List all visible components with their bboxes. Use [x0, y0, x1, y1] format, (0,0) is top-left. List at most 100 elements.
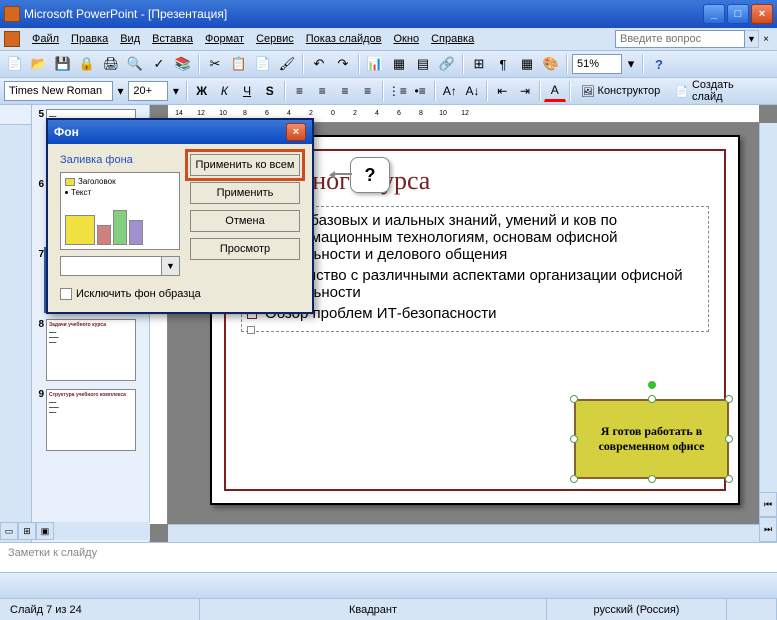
minimize-button[interactable]: _	[703, 4, 725, 24]
drawing-toolbar	[0, 572, 777, 598]
undo-icon[interactable]: ↶	[308, 53, 330, 75]
thumbnail-item[interactable]: 8Задачи учебного курса━━━━━━━━━━	[34, 319, 147, 381]
help-dropdown-icon[interactable]: ▼	[745, 30, 759, 48]
prev-slide-button[interactable]: ⏮	[759, 492, 777, 517]
new-icon[interactable]: 📄	[4, 53, 26, 75]
bullets-icon[interactable]: •≡	[409, 80, 431, 102]
table-icon[interactable]: ▦	[388, 53, 410, 75]
grid-icon[interactable]: ▦	[516, 53, 538, 75]
redo-icon[interactable]: ↷	[332, 53, 354, 75]
zoom-dropdown-icon[interactable]: ▾	[624, 53, 638, 75]
zoom-combo[interactable]: 51%	[572, 54, 622, 74]
vertical-scrollbar[interactable]	[759, 123, 777, 492]
expand-icon[interactable]: ⊞	[468, 53, 490, 75]
font-combo[interactable]: Times New Roman	[4, 81, 113, 101]
research-icon[interactable]: 📚	[172, 53, 194, 75]
thumbnail-item[interactable]: 9Структура учебного комплекса━━━━━━━━━━	[34, 389, 147, 451]
preview-icon[interactable]: 🔍	[124, 53, 146, 75]
menu-insert[interactable]: Вставка	[146, 31, 199, 47]
align-center-icon[interactable]: ≡	[311, 80, 333, 102]
menu-edit[interactable]: Правка	[65, 31, 114, 47]
dialog-titlebar[interactable]: Фон ×	[48, 120, 312, 144]
shadow-button[interactable]: S	[259, 80, 281, 102]
next-slide-button[interactable]: ⏭	[759, 517, 777, 542]
print-icon[interactable]: 🖨	[100, 53, 122, 75]
bullet-item[interactable]: чение базовых и иальных знаний, умений и…	[247, 212, 703, 263]
callout-shape[interactable]: Я готов работать в современном офисе	[574, 399, 729, 479]
resize-handle[interactable]	[570, 435, 578, 443]
design-button[interactable]: 🖼Конструктор	[574, 80, 668, 102]
menu-file[interactable]: Файл	[26, 31, 65, 47]
rotate-handle[interactable]	[648, 381, 656, 389]
new-slide-button[interactable]: 📄Создать слайд	[668, 80, 773, 102]
dropdown-arrow-icon[interactable]: ▼	[161, 257, 179, 275]
color-icon[interactable]: 🎨	[540, 53, 562, 75]
format-painter-icon[interactable]: 🖌	[276, 53, 298, 75]
dialog-close-button[interactable]: ×	[286, 123, 306, 141]
open-icon[interactable]: 📂	[28, 53, 50, 75]
font-color-icon[interactable]: A	[544, 80, 566, 102]
show-formatting-icon[interactable]: ¶	[492, 53, 514, 75]
font-dropdown-icon[interactable]: ▾	[114, 80, 128, 102]
help-icon[interactable]: ?	[648, 53, 670, 75]
slideshow-view-button[interactable]: ▣	[36, 522, 54, 540]
font-size-combo[interactable]: 20+	[128, 81, 168, 101]
dialog-title: Фон	[54, 125, 79, 139]
copy-icon[interactable]: 📋	[228, 53, 250, 75]
align-right-icon[interactable]: ≡	[334, 80, 356, 102]
italic-button[interactable]: К	[214, 80, 236, 102]
apply-to-all-button[interactable]: Применить ко всем	[190, 154, 300, 176]
sorter-view-button[interactable]: ⊞	[18, 522, 36, 540]
preview-button[interactable]: Просмотр	[190, 238, 300, 260]
underline-button[interactable]: Ч	[236, 80, 258, 102]
notes-pane[interactable]: Заметки к слайду	[0, 542, 777, 572]
menu-tools[interactable]: Сервис	[250, 31, 300, 47]
tables-borders-icon[interactable]: ▤	[412, 53, 434, 75]
doc-close-button[interactable]: ×	[759, 34, 773, 45]
fill-color-combo[interactable]: ▼	[60, 256, 180, 276]
increase-indent-icon[interactable]: ⇥	[514, 80, 536, 102]
menu-format[interactable]: Формат	[199, 31, 250, 47]
view-buttons: ▭ ⊞ ▣	[0, 522, 150, 540]
menu-slideshow[interactable]: Показ слайдов	[300, 31, 388, 47]
bullet-item[interactable]: Знакомство с различными аспектами органи…	[247, 267, 703, 301]
resize-handle[interactable]	[648, 395, 656, 403]
maximize-button[interactable]: □	[727, 4, 749, 24]
chart-icon[interactable]: 📊	[364, 53, 386, 75]
bold-button[interactable]: Ж	[191, 80, 213, 102]
app-icon	[4, 6, 20, 22]
horizontal-scrollbar[interactable]	[168, 524, 759, 542]
decrease-indent-icon[interactable]: ⇤	[491, 80, 513, 102]
cancel-button[interactable]: Отмена	[190, 210, 300, 232]
menu-help[interactable]: Справка	[425, 31, 480, 47]
resize-handle[interactable]	[725, 475, 733, 483]
paste-icon[interactable]: 📄	[252, 53, 274, 75]
hyperlink-icon[interactable]: 🔗	[436, 53, 458, 75]
close-button[interactable]: ×	[751, 4, 773, 24]
normal-view-button[interactable]: ▭	[0, 522, 18, 540]
align-left-icon[interactable]: ≡	[289, 80, 311, 102]
apply-button[interactable]: Применить	[190, 182, 300, 204]
resize-handle[interactable]	[570, 395, 578, 403]
spelling-icon[interactable]: ✓	[148, 53, 170, 75]
status-template: Квадрант	[200, 599, 547, 620]
size-dropdown-icon[interactable]: ▾	[169, 80, 183, 102]
menu-view[interactable]: Вид	[114, 31, 146, 47]
outline-tab[interactable]	[0, 105, 31, 125]
resize-handle[interactable]	[725, 395, 733, 403]
cut-icon[interactable]: ✂	[204, 53, 226, 75]
resize-handle[interactable]	[725, 435, 733, 443]
align-justify-icon[interactable]: ≡	[357, 80, 379, 102]
help-search-input[interactable]	[615, 30, 745, 48]
resize-handle[interactable]	[570, 475, 578, 483]
bullet-item[interactable]: Обзор проблем ИТ-безопасности	[247, 305, 703, 322]
callout-text[interactable]: Я готов работать в современном офисе	[574, 399, 729, 479]
menu-window[interactable]: Окно	[388, 31, 426, 47]
numbering-icon[interactable]: ⋮≡	[387, 80, 409, 102]
save-icon[interactable]: 💾	[52, 53, 74, 75]
exclude-master-checkbox[interactable]	[60, 288, 72, 300]
permission-icon[interactable]: 🔒	[76, 53, 98, 75]
increase-font-icon[interactable]: A↑	[439, 80, 461, 102]
resize-handle[interactable]	[648, 475, 656, 483]
decrease-font-icon[interactable]: A↓	[462, 80, 484, 102]
